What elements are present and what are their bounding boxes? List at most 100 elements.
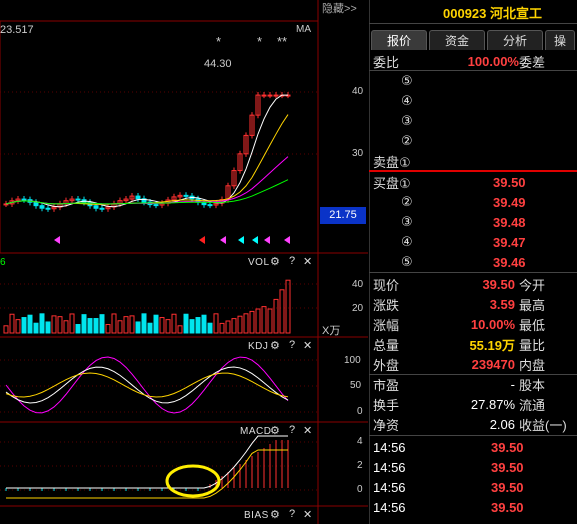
tick-time: 14:56 [373,479,406,495]
volume-bar [39,313,45,334]
gear-icon[interactable]: ⚙ [270,508,280,521]
vol-unit: X万 [322,325,341,337]
ma20-line [5,156,289,205]
tab-analysis[interactable]: 分析 [487,30,543,50]
weibi-value: 100.00% [467,53,519,69]
quote-key: 今开 [519,277,546,293]
volume-bar [207,322,213,334]
volume-bar [231,318,237,334]
quote-key: 现价 [373,277,400,293]
volume-bar [21,317,27,334]
kdj-label: KDJ [248,341,269,352]
hide-button[interactable]: 隐藏>> [322,0,357,16]
tick-time: 14:56 [373,459,406,475]
gear-icon[interactable]: ⚙ [270,424,280,437]
quote-value: 3.59 [489,296,515,312]
help-icon[interactable]: ? [289,508,295,520]
stock-header: 000923 河北宣工 [443,3,542,22]
buy-level-price: 39.47 [493,234,526,250]
price-pane-frame [0,20,319,254]
candle-body [273,94,279,97]
volume-bar [87,318,93,334]
highlight-ellipse [165,464,221,498]
candle-body [183,194,189,197]
volume-bar [69,313,75,334]
quote-key: 外盘 [373,357,400,373]
tick-row: 14:56 39.50 [373,497,577,517]
volume-bar [201,314,207,334]
volume-bar [225,320,231,334]
tab-more[interactable]: 操 [545,30,575,50]
buy-level-5[interactable]: ⑤ 39.46 [373,252,577,272]
ma10-line [5,114,289,205]
volume-bar [237,315,243,334]
tick-row: 14:56 39.50 [373,457,577,477]
volume-bar [135,321,141,334]
gear-icon[interactable]: ⚙ [270,339,280,352]
close-icon[interactable]: ✕ [303,255,312,268]
sell-level-label: 卖盘① [373,154,411,170]
volume-bar [105,323,111,334]
stock-name: 河北宣工 [490,6,543,21]
quote-key: 总量 [373,337,400,353]
candle-body [99,207,105,210]
sell-level-4: ④ [373,91,577,111]
candle-body [261,94,267,97]
quote-key: 最高 [519,297,546,313]
candle-body [45,207,51,210]
kdj-tick-100: 100 [344,355,361,366]
kline-chart-area[interactable]: 23.517 MA 隐藏>> 44.30 * * ** 40 30 21.75 … [0,0,368,524]
volume-bar [153,314,159,334]
buy-level-price: 39.48 [493,214,526,230]
volume-bar [213,313,219,334]
vol-tick-20: 20 [352,303,364,314]
macd-tick-2: 2 [357,460,363,471]
candle-body [267,94,273,97]
stock-code: 000923 [443,6,487,21]
weibi-row: 委比 100.00% 委差 [373,51,577,71]
buy-level-label: 买盘① [373,175,411,191]
volume-bar [279,289,285,334]
quote-value: 239470 [471,356,515,372]
buy-level-label: ④ [401,234,413,249]
buy-level-2[interactable]: ② 39.49 [373,192,577,212]
volume-bar [57,316,63,334]
fund-key: 股本 [519,377,546,393]
tab-funds[interactable]: 资金 [429,30,485,50]
tick-row: 14:56 39.50 [373,437,577,457]
buy-level-3[interactable]: ③ 39.48 [373,212,577,232]
candle-body [21,198,27,201]
help-icon[interactable]: ? [289,424,295,436]
volume-bar [195,317,201,334]
gear-icon[interactable]: ⚙ [270,255,280,268]
tick-price: 39.50 [491,499,524,515]
volume-bar [165,319,171,334]
quote-row: 现价 39.50 今开 [373,274,577,294]
price-tick-40: 40 [352,86,364,97]
volume-bar [189,319,195,334]
candle-body [39,205,45,209]
buy-level-1[interactable]: 买盘① 39.50 [373,172,577,192]
tick-price: 39.50 [491,439,524,455]
help-icon[interactable]: ? [289,339,295,351]
signal-arrow [54,236,60,244]
buy-level-4[interactable]: ④ 39.47 [373,232,577,252]
fund-key: 净资 [373,417,400,433]
kdj-tick-0: 0 [357,406,363,417]
quote-tabs: 报价 资金 分析 操 [371,30,577,50]
close-icon[interactable]: ✕ [303,339,312,352]
tick-row: 14:56 39.50 [373,477,577,497]
close-icon[interactable]: ✕ [303,508,312,521]
quote-key: 内盘 [519,357,546,373]
volume-bar [75,324,81,334]
price-tick-30: 30 [352,148,364,159]
tab-quote[interactable]: 报价 [371,30,427,50]
sell-level-2: ② [373,131,577,151]
fund-value: 27.87% [470,396,515,412]
help-icon[interactable]: ? [289,255,295,267]
kdj-tick-50: 50 [350,380,362,391]
kline-chart-svg[interactable] [0,0,368,524]
quote-value: 55.19万 [469,337,515,353]
star-mark: ** [277,34,288,49]
close-icon[interactable]: ✕ [303,424,312,437]
